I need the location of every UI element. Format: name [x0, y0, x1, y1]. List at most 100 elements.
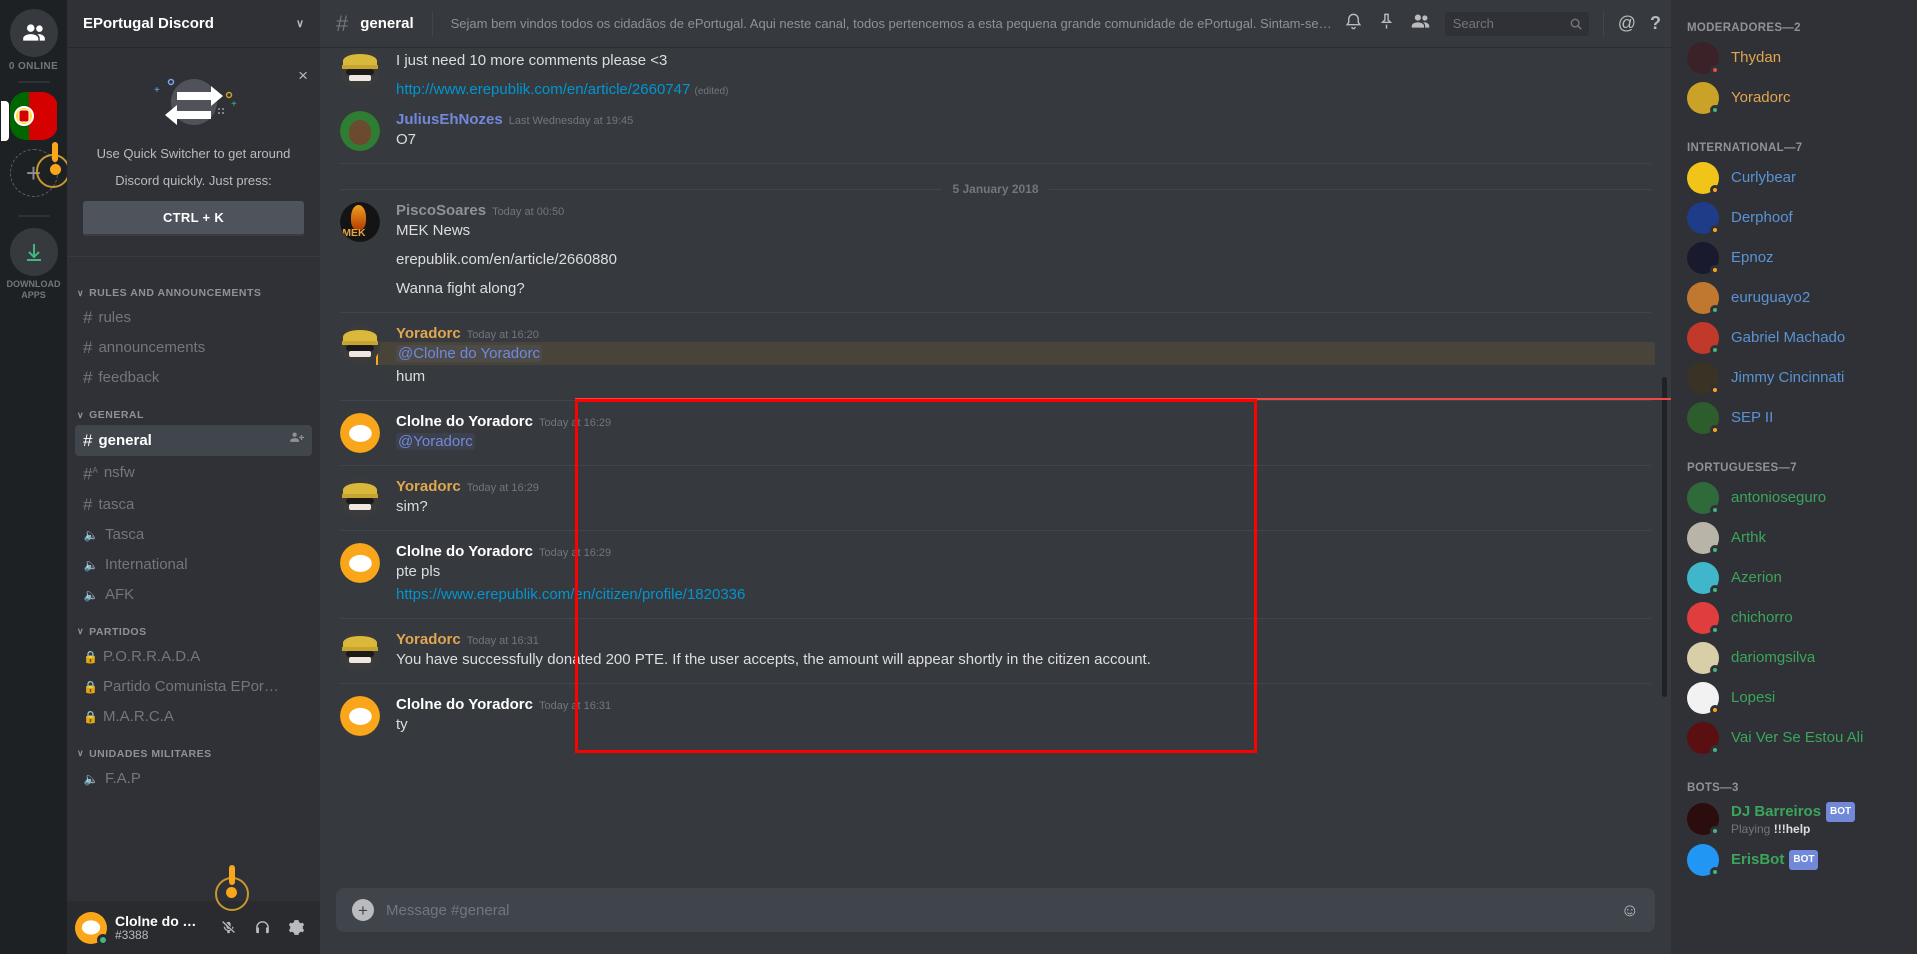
avatar[interactable] — [1687, 202, 1720, 235]
message-author[interactable]: Clolne do Yoradorc — [396, 696, 533, 713]
avatar[interactable] — [1687, 162, 1720, 195]
message-list[interactable]: I just need 10 more comments please <3 ht… — [320, 47, 1671, 888]
member-row[interactable]: Derphoof — [1671, 200, 1917, 236]
member-list[interactable]: MODERADORES—2 Thydan Yoradorc INTERNATIONAL… — [1671, 0, 1917, 954]
member-row[interactable]: Yoradorc — [1671, 80, 1917, 116]
avatar[interactable] — [1687, 642, 1720, 675]
avatar[interactable] — [340, 413, 380, 453]
channel-item-afk[interactable]: 🔈 AFK — [75, 580, 312, 610]
avatar[interactable] — [340, 111, 380, 151]
channel-category-unidades-militares[interactable]: ∨ UNIDADES MILITARES — [67, 732, 320, 764]
channel-item-international[interactable]: 🔈 International — [75, 550, 312, 580]
message-author[interactable]: Clolne do Yoradorc — [396, 413, 533, 430]
channel-item-nsfw[interactable]: #A nsfw — [75, 456, 312, 490]
avatar[interactable] — [1687, 844, 1720, 877]
link-text[interactable]: http://www.erepublik.com/en/article/2660… — [396, 81, 690, 98]
member-row[interactable]: antonioseguro — [1671, 480, 1917, 516]
avatar[interactable] — [1687, 602, 1720, 635]
gear-icon[interactable] — [280, 912, 312, 944]
member-row[interactable]: SEP II — [1671, 400, 1917, 436]
channel-item-tasca[interactable]: 🔈 Tasca — [75, 520, 312, 550]
avatar[interactable] — [1687, 482, 1720, 515]
channel-item-f-a-p[interactable]: 🔈 F.A.P — [75, 764, 312, 794]
channel-item-announcements[interactable]: # announcements — [75, 333, 312, 363]
microphone-muted-icon[interactable] — [212, 912, 244, 944]
member-row[interactable]: Vai Ver Se Estou Ali — [1671, 720, 1917, 756]
member-row[interactable]: DJ Barreiros BOT Playing !!!help — [1671, 800, 1917, 838]
avatar[interactable] — [1687, 562, 1720, 595]
message-m0[interactable]: I just need 10 more comments please <3 ht… — [320, 47, 1671, 107]
message-m4[interactable]: Clolne do Yoradorc Today at 16:29 @Yorador… — [320, 409, 1671, 457]
avatar[interactable] — [1687, 803, 1720, 836]
avatar[interactable] — [340, 478, 380, 518]
member-row[interactable]: chichorro — [1671, 600, 1917, 636]
server-icon-eportugal[interactable] — [9, 92, 58, 140]
message-m7[interactable]: Yoradorc Today at 16:31 You have successfu… — [320, 627, 1671, 675]
channel-item-general[interactable]: # general — [75, 425, 312, 456]
message-m2[interactable]: MEK PiscoSoares Today at 00:50 MEK News erep… — [320, 198, 1671, 304]
message-m5[interactable]: Yoradorc Today at 16:29 sim? — [320, 474, 1671, 522]
guild-header[interactable]: EPortugal Discord ∨ — [67, 0, 320, 47]
channel-topic[interactable]: Sejam bem vindos todos os cidadãos de eP… — [451, 16, 1334, 31]
member-row[interactable]: Azerion — [1671, 560, 1917, 596]
message-author[interactable]: PiscoSoares — [396, 202, 486, 219]
channel-item-partido-comunista-eportu-[interactable]: 🔒 Partido Comunista EPortu... — [75, 672, 312, 702]
search-input[interactable]: Search — [1444, 11, 1589, 36]
member-row[interactable]: Jimmy Cincinnati — [1671, 360, 1917, 396]
mention-text[interactable]: @Yoradorc — [396, 433, 475, 450]
members-icon[interactable] — [1410, 11, 1431, 37]
channel-item-feedback[interactable]: # feedback — [75, 363, 312, 393]
avatar[interactable] — [340, 696, 380, 736]
message-m1[interactable]: JuliusEhNozes Last Wednesday at 19:45 O7 — [320, 107, 1671, 155]
avatar[interactable] — [75, 911, 109, 946]
quick-switcher-shortcut[interactable]: CTRL + K — [83, 201, 304, 236]
link-text[interactable]: https://www.erepublik.com/en/citizen/pro… — [396, 586, 745, 603]
message-m8[interactable]: Clolne do Yoradorc Today at 16:31 ty — [320, 692, 1671, 740]
message-author[interactable]: Clolne do Yoradorc — [396, 543, 533, 560]
avatar[interactable] — [1687, 682, 1720, 715]
channel-item-tasca[interactable]: # tasca — [75, 490, 312, 520]
avatar[interactable] — [1687, 282, 1720, 315]
member-row[interactable]: Gabriel Machado — [1671, 320, 1917, 356]
avatar[interactable] — [1687, 522, 1720, 555]
add-member-icon[interactable] — [289, 430, 304, 451]
channel-list[interactable]: ∨ RULES AND ANNOUNCEMENTS # rules # announcem… — [67, 257, 320, 901]
channel-item-rules[interactable]: # rules — [75, 303, 312, 333]
avatar[interactable] — [340, 543, 380, 583]
avatar[interactable] — [340, 49, 380, 89]
member-row[interactable]: dariomgsilva — [1671, 640, 1917, 676]
attach-plus-icon[interactable]: + — [352, 899, 374, 921]
message-author[interactable]: Yoradorc — [396, 631, 461, 648]
avatar[interactable] — [340, 325, 380, 365]
avatar[interactable]: MEK — [340, 202, 380, 242]
message-m3[interactable]: Yoradorc Today at 16:20 @Clolne do Yorador… — [320, 321, 1671, 392]
avatar[interactable] — [1687, 402, 1720, 435]
emoji-icon[interactable]: ☺ — [1621, 900, 1639, 921]
channel-item-m-a-r-c-a[interactable]: 🔒 M.A.R.C.A — [75, 702, 312, 732]
avatar[interactable] — [1687, 322, 1720, 355]
message-author[interactable]: Yoradorc — [396, 325, 461, 342]
help-icon[interactable]: ? — [1650, 13, 1661, 34]
member-row[interactable]: Curlybear — [1671, 160, 1917, 196]
member-row[interactable]: Thydan — [1671, 40, 1917, 76]
mentions-icon[interactable]: @ — [1618, 13, 1636, 34]
avatar[interactable] — [1687, 242, 1720, 275]
avatar[interactable] — [1687, 362, 1720, 395]
channel-category-general[interactable]: ∨ GENERAL — [67, 393, 320, 425]
message-author[interactable]: JuliusEhNozes — [396, 111, 503, 128]
avatar[interactable] — [1687, 722, 1720, 755]
mention-text[interactable]: @Clolne do Yoradorc — [396, 345, 542, 362]
member-row[interactable]: ErisBot BOT — [1671, 842, 1917, 878]
pin-icon[interactable] — [1377, 12, 1396, 36]
add-server-button[interactable]: + — [9, 142, 70, 197]
channel-category-partidos[interactable]: ∨ PARTIDOS — [67, 610, 320, 642]
channel-category-rules-and-announcements[interactable]: ∨ RULES AND ANNOUNCEMENTS — [67, 271, 320, 303]
member-row[interactable]: euruguayo2 — [1671, 280, 1917, 316]
home-button[interactable] — [9, 9, 58, 57]
avatar[interactable] — [1687, 82, 1720, 115]
member-row[interactable]: Epnoz — [1671, 240, 1917, 276]
member-row[interactable]: Arthk — [1671, 520, 1917, 556]
bell-icon[interactable] — [1344, 12, 1363, 36]
composer-input-wrap[interactable]: + Message #general ☺ — [336, 888, 1655, 932]
member-row[interactable]: Lopesi — [1671, 680, 1917, 716]
